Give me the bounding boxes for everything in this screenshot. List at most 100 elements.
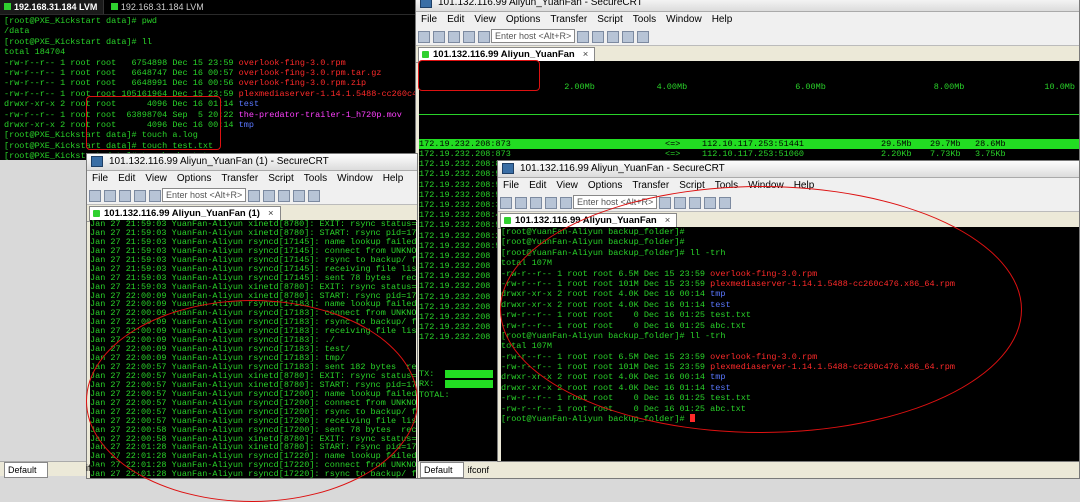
menu-item[interactable]: View (140, 171, 172, 186)
print-icon[interactable] (659, 197, 672, 209)
session-select[interactable]: Default (4, 462, 48, 478)
log-line: Jan 27 22:00:09 YuanFan-Aliyun rsyncd[17… (90, 318, 416, 328)
tab-lvm-1[interactable]: 192.168.31.184 LVM (0, 0, 105, 14)
line-prefix: total 107M (501, 258, 553, 269)
print-icon[interactable] (248, 190, 261, 202)
connect-icon[interactable] (500, 197, 512, 209)
paste-icon[interactable] (134, 190, 146, 202)
log-line: Jan 27 22:01:28 YuanFan-Aliyun xinetd[87… (90, 443, 416, 453)
menu-item[interactable]: File (498, 178, 524, 193)
copy-icon[interactable] (530, 197, 542, 209)
options-icon[interactable] (607, 31, 620, 43)
terminal-line: -rw-r--r-- 1 root root 101M Dec 15 23:59… (501, 279, 1079, 289)
find-icon[interactable] (560, 197, 572, 209)
close-tab-icon[interactable]: × (583, 49, 589, 60)
menu-item[interactable]: Script (674, 178, 710, 193)
settings-icon[interactable] (263, 190, 276, 202)
file-name: tmp (238, 119, 254, 130)
settings-icon[interactable] (674, 197, 687, 209)
menu-item[interactable]: File (87, 171, 113, 186)
keymap-icon[interactable] (719, 197, 732, 209)
menu-item[interactable]: Tools (299, 171, 332, 186)
tab-aliyun-yuanfan[interactable]: 101.132.116.99 Aliyun_YuanFan × (418, 47, 596, 62)
host-input[interactable]: Enter host <Alt+R> (573, 195, 658, 209)
paste-icon[interactable] (463, 31, 475, 43)
menu-item[interactable]: Options (583, 178, 627, 193)
menu-item[interactable]: File (416, 12, 442, 27)
iftop-row: 172.19.232.208:873 <=> 112.10.117.253:5106… (419, 149, 1079, 159)
paste-icon[interactable] (545, 197, 557, 209)
menu-item[interactable]: Window (661, 12, 707, 27)
print-icon[interactable] (577, 31, 590, 43)
options-icon[interactable] (689, 197, 702, 209)
menu-item[interactable]: Script (592, 12, 628, 27)
menu-item[interactable]: Tools (710, 178, 743, 193)
terminal-line: -rw-r--r-- 1 root root 0 Dec 16 01:25 ab… (501, 321, 1079, 331)
right-front-terminal-output[interactable]: [root@YuanFan-Aliyun backup_folder]# [roo… (501, 227, 1079, 461)
file-name: overlook-fing-3.0.rpm (238, 57, 346, 68)
connect-icon[interactable] (418, 31, 430, 43)
left-secure-terminal-output[interactable]: Jan 27 21:59:03 YuanFan-Aliyun xinetd[87… (90, 220, 416, 478)
terminal-line: [root@YuanFan-Aliyun backup_folder]# (501, 414, 1079, 424)
menu-item[interactable]: Script (263, 171, 299, 186)
quick-connect-icon[interactable] (515, 197, 527, 209)
copy-icon[interactable] (448, 31, 460, 43)
iftop-cell-a: 172.19.232.208 (419, 291, 491, 302)
help-icon[interactable] (704, 197, 717, 209)
menu-item[interactable]: Help (707, 12, 738, 27)
help-icon[interactable] (293, 190, 306, 202)
menu-item[interactable]: Help (789, 178, 820, 193)
tab-aliyun-yuanfan-1[interactable]: 101.132.116.99 Aliyun_YuanFan (1) × (89, 206, 281, 221)
quick-connect-icon[interactable] (433, 31, 445, 43)
menu-item[interactable]: Edit (113, 171, 140, 186)
menu-item[interactable]: Options (172, 171, 216, 186)
iftop-cell-r1: 2.20Kb (881, 149, 912, 160)
find-icon[interactable] (149, 190, 161, 202)
close-tab-icon[interactable]: × (268, 208, 274, 219)
terminal-line: [root@PXE_Kickstart data]# ll (4, 37, 416, 47)
menu-item[interactable]: Transfer (545, 12, 592, 27)
log-line: Jan 27 21:59:03 YuanFan-Aliyun xinetd[87… (90, 282, 416, 292)
menu-item[interactable]: Window (332, 171, 378, 186)
terminal-line: total 107M (501, 258, 1079, 268)
tab-lvm-2[interactable]: 192.168.31.184 LVM (107, 0, 210, 14)
left-top-terminal-output[interactable]: [root@PXE_Kickstart data]# pwd/data [root… (4, 16, 416, 160)
terminal-line: -rw-r--r-- 1 root root 6.5M Dec 15 23:59… (501, 269, 1079, 279)
menu-item[interactable]: Edit (442, 12, 469, 27)
line-prefix: /data (4, 26, 30, 37)
iftop-cell-a: 172.19.232.208:873 (419, 149, 511, 160)
keymap-icon[interactable] (637, 31, 650, 43)
keymap-icon[interactable] (308, 190, 321, 202)
log-line: Jan 27 22:00:09 YuanFan-Aliyun rsyncd[17… (90, 345, 351, 355)
log-line: Jan 27 21:59:03 YuanFan-Aliyun xinetd[87… (90, 228, 416, 238)
host-input[interactable]: Enter host <Alt+R> (162, 188, 247, 202)
tab-aliyun-yuanfan-front[interactable]: 101.132.116.99 Aliyun_YuanFan × (500, 213, 678, 228)
options-icon[interactable] (278, 190, 291, 202)
iftop-total-label: RX: (419, 379, 435, 390)
line-prefix: drwxr-xr-x 2 root root 4.0K Dec 16 00:14 (501, 289, 711, 300)
session-select[interactable]: Default (420, 462, 464, 478)
close-tab-icon[interactable]: × (665, 215, 671, 226)
left-secure-statusbar: ifconfig (86, 461, 126, 475)
right-top-titlebar: 101.132.116.99 Aliyun_YuanFan - SecureCR… (416, 0, 1079, 12)
file-name: test (710, 299, 731, 310)
menu-item[interactable]: Transfer (627, 178, 674, 193)
menu-item[interactable]: View (469, 12, 501, 27)
help-icon[interactable] (622, 31, 635, 43)
menu-item[interactable]: View (551, 178, 583, 193)
iftop-cell-a: 172.19.232.208 (419, 261, 491, 272)
menu-item[interactable]: Transfer (216, 171, 263, 186)
line-prefix: -rw-r--r-- 1 root root 0 Dec 16 01:25 (501, 393, 711, 404)
find-icon[interactable] (478, 31, 490, 43)
line-prefix: total 107M (501, 341, 553, 352)
connect-icon[interactable] (89, 190, 101, 202)
settings-icon[interactable] (592, 31, 605, 43)
menu-item[interactable]: Options (501, 12, 545, 27)
menu-item[interactable]: Help (378, 171, 409, 186)
menu-item[interactable]: Edit (524, 178, 551, 193)
host-input[interactable]: Enter host <Alt+R> (491, 29, 576, 43)
menu-item[interactable]: Tools (628, 12, 661, 27)
menu-item[interactable]: Window (743, 178, 789, 193)
quick-connect-icon[interactable] (104, 190, 116, 202)
copy-icon[interactable] (119, 190, 131, 202)
